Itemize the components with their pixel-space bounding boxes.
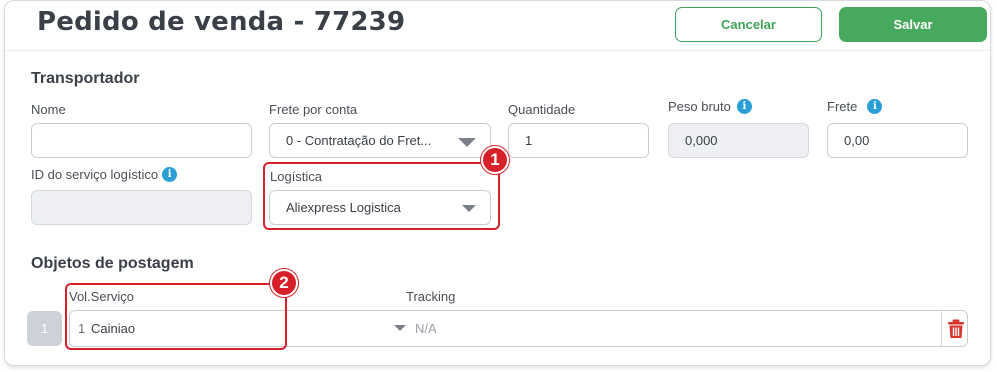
- id-servico-logistico-input: [31, 190, 252, 225]
- tracking-input[interactable]: N/A: [415, 321, 437, 336]
- nome-label: Nome: [31, 102, 66, 117]
- annotation-badge-1: 1: [481, 146, 509, 174]
- frete-por-conta-label-text: Frete por conta: [269, 102, 358, 117]
- info-icon[interactable]: i: [162, 167, 178, 182]
- quantidade-value: 1: [525, 133, 533, 148]
- sales-order-card: Pedido de venda - 77239 Cancelar Salvar …: [4, 0, 991, 366]
- quantidade-label-text: Quantidade: [508, 102, 576, 117]
- highlight-box-logistica: [263, 162, 500, 230]
- trash-icon[interactable]: [947, 319, 965, 339]
- column-header-tracking: Tracking: [406, 289, 455, 304]
- nome-label-text: Nome: [31, 102, 66, 117]
- frete-por-conta-value: 0 - Contratação do Fret...: [286, 133, 432, 148]
- nome-input[interactable]: [31, 123, 252, 158]
- frete-value: 0,00: [844, 133, 870, 148]
- row-number: 1: [27, 311, 62, 346]
- save-button[interactable]: Salvar: [839, 7, 987, 42]
- peso-bruto-label: Peso bruto i: [668, 99, 752, 114]
- frete-label-text: Frete: [827, 99, 858, 114]
- chevron-down-icon[interactable]: [394, 325, 406, 331]
- section-title-objetos-postagem: Objetos de postagem: [31, 255, 194, 272]
- highlight-box-vol-servico: [65, 283, 287, 350]
- page-title: Pedido de venda - 77239: [37, 7, 406, 37]
- peso-bruto-label-text: Peso bruto: [668, 99, 731, 114]
- peso-bruto-input: 0,000: [668, 123, 809, 158]
- id-servico-logistico-label: ID do serviço logístico i: [31, 167, 178, 182]
- peso-bruto-value: 0,000: [685, 133, 718, 148]
- quantidade-input[interactable]: 1: [508, 123, 649, 158]
- cancel-button[interactable]: Cancelar: [675, 7, 822, 42]
- frete-por-conta-select[interactable]: 0 - Contratação do Fret...: [269, 123, 491, 158]
- chevron-down-icon: [458, 137, 476, 147]
- info-icon[interactable]: i: [867, 99, 883, 114]
- id-servico-logistico-label-text: ID do serviço logístico: [31, 167, 159, 182]
- frete-input[interactable]: 0,00: [827, 123, 968, 158]
- page-header: Pedido de venda - 77239 Cancelar Salvar: [5, 1, 990, 51]
- info-icon[interactable]: i: [736, 99, 752, 114]
- frete-label: Frete i: [827, 99, 883, 114]
- annotation-badge-2: 2: [270, 269, 298, 297]
- frete-por-conta-label: Frete por conta: [269, 102, 357, 117]
- tracking-header-text: Tracking: [406, 289, 456, 304]
- section-title-transportador: Transportador: [31, 70, 140, 87]
- row-divider: [941, 311, 942, 346]
- quantidade-label: Quantidade: [508, 102, 575, 117]
